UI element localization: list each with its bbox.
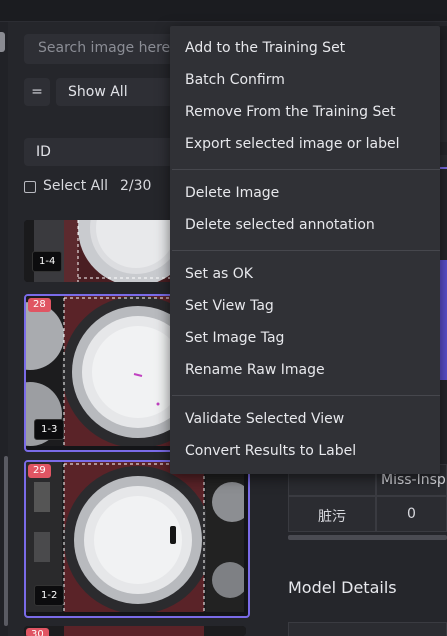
image-id-badge: 30	[26, 628, 49, 636]
menu-separator	[172, 395, 440, 396]
select-all-label[interactable]: Select All	[43, 178, 108, 194]
menu-item-rename-raw[interactable]: Rename Raw Image	[185, 362, 325, 378]
menu-separator	[172, 250, 440, 251]
table-row-value: 0	[376, 496, 447, 532]
list-scrollbar[interactable]	[4, 456, 8, 626]
table-row-label: 脏污	[288, 496, 376, 532]
image-name-badge: 1-2	[34, 585, 65, 606]
menu-item-set-ok[interactable]: Set as OK	[185, 266, 253, 282]
model-details-title: Model Details	[288, 578, 397, 597]
filter-operator-select[interactable]: =	[24, 78, 50, 106]
image-thumbnail-selected[interactable]: 29 1-2	[24, 460, 250, 618]
model-details-box	[288, 622, 447, 636]
sort-field-select[interactable]: ID	[24, 138, 174, 166]
image-id-badge: 29	[28, 464, 51, 478]
menu-item-validate-view[interactable]: Validate Selected View	[185, 411, 344, 427]
panel-collapse-handle[interactable]	[0, 32, 5, 52]
menu-item-delete-image[interactable]: Delete Image	[185, 185, 279, 201]
image-id-badge: 28	[28, 298, 51, 312]
filter-value-select[interactable]: Show All	[56, 78, 174, 106]
thumbnail-image	[24, 626, 246, 636]
image-name-badge: 1-4	[32, 251, 63, 272]
menu-item-convert-results[interactable]: Convert Results to Label	[185, 443, 356, 459]
menu-item-set-image-tag[interactable]: Set Image Tag	[185, 330, 284, 346]
menu-item-add-training[interactable]: Add to the Training Set	[185, 40, 345, 56]
image-thumbnail[interactable]: 30	[24, 626, 246, 636]
selection-count: 2/30	[120, 178, 152, 194]
table-scrollbar[interactable]	[288, 535, 447, 540]
image-name-badge: 1-3	[34, 419, 65, 440]
select-all-checkbox[interactable]	[24, 181, 36, 193]
menu-item-batch-confirm[interactable]: Batch Confirm	[185, 72, 285, 88]
menu-item-remove-training[interactable]: Remove From the Training Set	[185, 104, 396, 120]
top-bar	[0, 0, 447, 22]
menu-item-delete-annotation[interactable]: Delete selected annotation	[185, 217, 375, 233]
menu-item-set-view-tag[interactable]: Set View Tag	[185, 298, 274, 314]
menu-item-export[interactable]: Export selected image or label	[185, 136, 400, 152]
search-input[interactable]: Search image here...	[24, 34, 174, 64]
menu-separator	[172, 169, 440, 170]
